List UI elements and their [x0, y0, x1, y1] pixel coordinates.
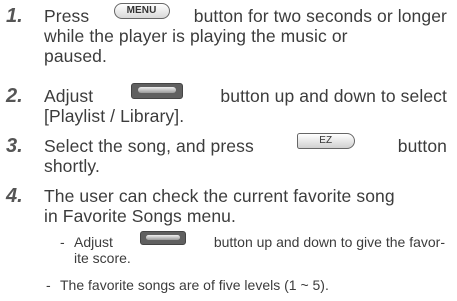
- ez-button-icon: EZ: [296, 133, 355, 149]
- step-text-part: Press: [44, 6, 90, 26]
- step-text-part: button up and down to select: [220, 86, 447, 106]
- menu-button-icon: MENU: [113, 3, 170, 19]
- note-dash: -: [46, 277, 51, 293]
- note-text-line: ite score.: [74, 250, 131, 266]
- step-text-part: Select the song, and press: [44, 136, 254, 156]
- step-text-line: while the player is playing the music or: [44, 26, 348, 46]
- note-text-line: The favorite songs are of five levels (1…: [60, 277, 329, 293]
- step-text-line: shortly.: [44, 156, 100, 176]
- step-text-part: Adjust: [44, 86, 94, 106]
- jog-button-icon: [130, 83, 183, 99]
- step-text-part: button: [397, 136, 447, 156]
- note-text-part: button up and down to give the favor-: [213, 234, 445, 250]
- step-text: The user can check the current favorite …: [44, 186, 447, 226]
- step-text-line: [Playlist / Library].: [44, 106, 185, 126]
- step-number: 3.: [6, 135, 23, 157]
- step-number: 1.: [6, 5, 23, 27]
- step-text: Press MENU button for two seconds or lon…: [44, 3, 447, 66]
- step-number: 4.: [6, 185, 23, 207]
- instruction-page: 1. Press MENU button for two seconds or …: [0, 0, 457, 301]
- step-text-line: in Favorite Songs menu.: [44, 206, 236, 226]
- step-text: Select the song, and press EZ button sho…: [44, 133, 447, 176]
- step-text-line: paused.: [44, 46, 107, 66]
- step-number: 2.: [6, 85, 23, 107]
- step-text-part: button for two seconds or longer: [193, 6, 447, 26]
- step-text: Adjust button up and down to select [Pla…: [44, 83, 447, 126]
- jog-button-icon: [140, 231, 187, 245]
- step-text-line: The user can check the current favorite …: [44, 186, 395, 206]
- note-dash: -: [60, 234, 65, 250]
- note-text-part: Adjust: [74, 234, 113, 250]
